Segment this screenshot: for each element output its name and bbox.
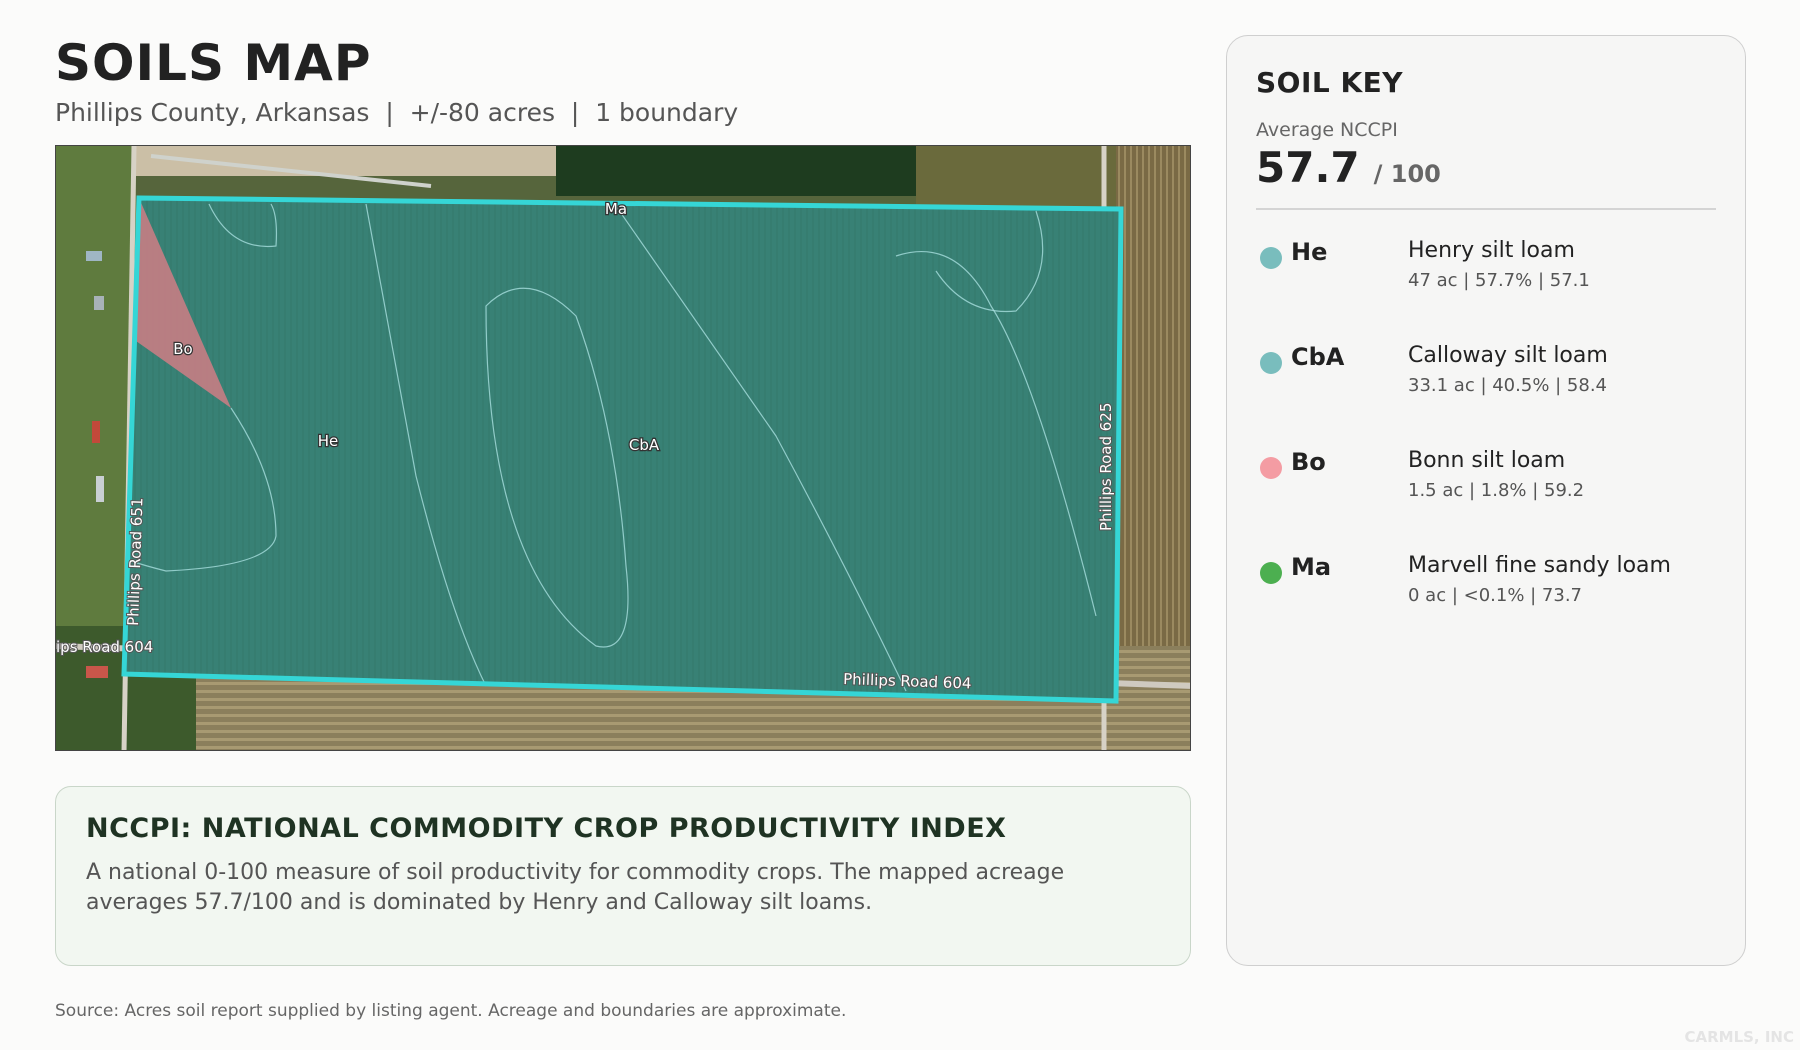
map-label-bo: Bo bbox=[173, 340, 192, 358]
map-canvas: Bo He CbA Ma ips Road 604 Phillips Road … bbox=[56, 146, 1190, 750]
house bbox=[94, 296, 104, 310]
road-label-604-left: ips Road 604 bbox=[56, 638, 153, 656]
soil-stats: 0 ac | <0.1% | 73.7 bbox=[1408, 585, 1583, 606]
north-trees bbox=[556, 146, 916, 196]
soil-list: He Henry silt loam 47 ac | 57.7% | 57.1 … bbox=[1256, 238, 1716, 658]
source-note: Source: Acres soil report supplied by li… bbox=[55, 1001, 847, 1021]
map-label-he: He bbox=[318, 432, 339, 450]
house bbox=[86, 666, 108, 678]
soil-name: Bonn silt loam bbox=[1408, 448, 1566, 473]
soil-symbol: Bo bbox=[1291, 448, 1326, 476]
soil-item-ma: Ma Marvell fine sandy loam 0 ac | <0.1% … bbox=[1256, 553, 1716, 658]
soil-swatch bbox=[1260, 562, 1282, 584]
nccpi-info-title: NCCPI: NATIONAL COMMODITY CROP PRODUCTIV… bbox=[86, 813, 1007, 844]
soil-name: Marvell fine sandy loam bbox=[1408, 553, 1671, 578]
watermark: CARMLS, INC bbox=[1684, 1028, 1794, 1046]
soil-stats: 33.1 ac | 40.5% | 58.4 bbox=[1408, 375, 1608, 396]
soil-he-cba-fill bbox=[124, 198, 1121, 701]
soil-item-cba: CbA Calloway silt loam 33.1 ac | 40.5% |… bbox=[1256, 343, 1716, 448]
soil-symbol: Ma bbox=[1291, 553, 1332, 581]
soil-stats: 47 ac | 57.7% | 57.1 bbox=[1408, 270, 1590, 291]
soil-name: Calloway silt loam bbox=[1408, 343, 1608, 368]
road-label-625: Phillips Road 625 bbox=[1097, 403, 1115, 531]
page-title: SOILS MAP bbox=[55, 34, 372, 92]
soil-symbol: He bbox=[1291, 238, 1328, 266]
soil-swatch bbox=[1260, 247, 1282, 269]
soil-item-bo: Bo Bonn silt loam 1.5 ac | 1.8% | 59.2 bbox=[1256, 448, 1716, 553]
avg-nccpi-value: 57.7 bbox=[1256, 143, 1360, 192]
soil-stats: 1.5 ac | 1.8% | 59.2 bbox=[1408, 480, 1585, 501]
house bbox=[86, 251, 102, 261]
map-label-cba: CbA bbox=[629, 436, 660, 454]
soil-item-he: He Henry silt loam 47 ac | 57.7% | 57.1 bbox=[1256, 238, 1716, 343]
page-subtitle: Phillips County, Arkansas | +/-80 acres … bbox=[55, 98, 739, 127]
avg-nccpi-label: Average NCCPI bbox=[1256, 119, 1398, 141]
avg-nccpi-row: 57.7 / 100 bbox=[1256, 143, 1716, 210]
soil-symbol: CbA bbox=[1291, 343, 1345, 371]
soil-swatch bbox=[1260, 352, 1282, 374]
house bbox=[92, 421, 100, 443]
soil-key-panel: SOIL KEY Average NCCPI 57.7 / 100 He Hen… bbox=[1226, 35, 1746, 966]
nccpi-info-box: NCCPI: NATIONAL COMMODITY CROP PRODUCTIV… bbox=[55, 786, 1191, 966]
soil-swatch bbox=[1260, 457, 1282, 479]
nccpi-info-body: A national 0-100 measure of soil product… bbox=[86, 860, 1065, 915]
soils-map[interactable]: Bo He CbA Ma ips Road 604 Phillips Road … bbox=[55, 145, 1191, 751]
house bbox=[96, 476, 104, 502]
avg-nccpi-max: / 100 bbox=[1373, 160, 1441, 188]
soil-key-title: SOIL KEY bbox=[1256, 66, 1404, 99]
soil-name: Henry silt loam bbox=[1408, 238, 1575, 263]
map-label-ma: Ma bbox=[605, 200, 627, 218]
